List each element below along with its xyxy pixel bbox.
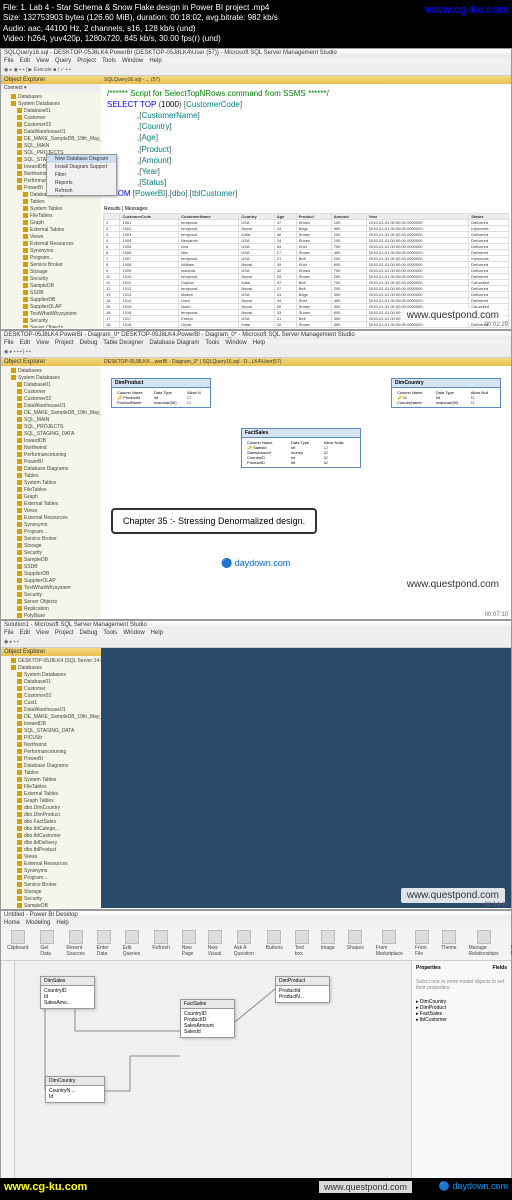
dimcountry-table[interactable]: DimCountry CountryN...Id [45, 1076, 105, 1103]
diagram-canvas[interactable]: DESKTOP-05J8LK4....werBI - Diagram_0* | … [101, 358, 511, 598]
pbi-ribbon[interactable]: ClipboardGet DataRecent SourcesEnter Dat… [1, 927, 511, 961]
empty-workspace [101, 648, 511, 908]
objexp3[interactable]: Object Explorer DESKTOP-05J8LK4 (SQL Ser… [1, 648, 101, 908]
questpond-footer: www.questpond.com [319, 1181, 412, 1193]
menubar[interactable]: FileEditViewQueryProjectToolsWindowHelp [1, 57, 511, 65]
watermark3: www.questpond.com [401, 888, 505, 903]
timestamp3: 00:14:10 [485, 902, 508, 908]
factsales-table[interactable]: FactSales CountryIDProductIDSalesAmountS… [180, 999, 235, 1038]
tree[interactable]: DatabasesSystem DatabasesDatabase01Custo… [1, 92, 101, 328]
pbi-tabs[interactable]: HomeModelingHelp [1, 919, 511, 927]
titlebar3: Solution1 - Microsoft SQL Server Managem… [1, 621, 511, 629]
dimproduct-table[interactable]: DimProduct ProductIdProductN... [275, 976, 330, 1003]
timestamp2: 00:07:10 [485, 612, 508, 618]
view-switcher[interactable] [1, 961, 15, 1181]
watermark: www.questpond.com [401, 308, 505, 323]
ctx-reports[interactable]: Reports [47, 179, 101, 187]
sql-tab[interactable]: SQLQuery16.sql - ... (57) [101, 76, 511, 84]
cg-link[interactable]: www.cg-ku.com [426, 3, 509, 17]
cg-link-footer[interactable]: www.cg-ku.com [4, 1181, 87, 1193]
ctx-filter[interactable]: Filter [47, 171, 101, 179]
daydown-link[interactable]: 🔵 daydown.com [221, 558, 290, 569]
video-line: Video: h264, yuv420p, 1280x720, 845 kb/s… [3, 34, 509, 44]
tab2[interactable]: SQLQuery16.sql - D...LK4\User(57) [202, 359, 281, 365]
model-canvas[interactable]: DimSales CountryIDIdSalesAmo... DimProdu… [15, 961, 411, 1181]
factsales-box[interactable]: FactSales Column NameData TypeAllow Null… [241, 428, 361, 468]
menubar2[interactable]: FileEditViewProjectDebugTable DesignerDa… [1, 339, 511, 347]
powerbi-pane: Untitled - Power BI Desktop HomeModeling… [0, 910, 512, 1178]
daydown-footer[interactable]: 🔵 daydown.com [439, 1181, 508, 1192]
dimsales-table[interactable]: DimSales CountryIDIdSalesAmo... [40, 976, 95, 1009]
chapter-label: Chapter 35 :- Stressing Denormalized des… [111, 508, 317, 534]
ctx-refresh[interactable]: Refresh [47, 187, 101, 195]
titlebar2: DESKTOP-05J8LK4.PowerBI - Diagram_0* DES… [1, 331, 511, 339]
objexp-title: Object Explorer [1, 76, 101, 84]
object-explorer[interactable]: Object Explorer Connect ▾ DatabasesSyste… [1, 76, 101, 328]
connect-btn[interactable]: Connect ▾ [1, 84, 101, 92]
sql-editor[interactable]: /****** Script for SelectTopNRows comman… [101, 84, 511, 204]
tree2[interactable]: DatabasesSystem DatabasesDatabase01Custo… [1, 366, 101, 618]
context-menu[interactable]: New Database Diagram Install Diagram Sup… [46, 154, 101, 196]
dimproduct-box[interactable]: DimProduct Column NameData TypeAllow N🔑 … [111, 378, 211, 408]
objexp2[interactable]: Object Explorer DatabasesSystem Database… [1, 358, 101, 618]
dimcountry-box[interactable]: DimCountry Column NameData TypeAllow Nul… [391, 378, 501, 408]
sql-content: SQLQuery16.sql - ... (57) /****** Script… [101, 76, 511, 328]
pbi-titlebar: Untitled - Power BI Desktop [1, 911, 511, 919]
ssms-titlebar: SQLQuery16.sql - DESKTOP-05J8LK4.PowerBI… [1, 49, 511, 57]
tree3[interactable]: DESKTOP-05J8LK4 (SQL Server 14.0.1000.16… [1, 656, 101, 908]
toolbar3[interactable]: ◉ ▸ ▪ ▪ [1, 637, 511, 648]
ctx-install[interactable]: Install Diagram Support [47, 163, 101, 171]
watermark2: www.questpond.com [401, 577, 505, 592]
menubar3[interactable]: FileEditViewProjectDebugToolsWindowHelp [1, 629, 511, 637]
ssms-diagram-pane: DESKTOP-05J8LK4.PowerBI - Diagram_0* DES… [0, 330, 512, 620]
toolbar[interactable]: ◉ ▸ ◉ ▪ ▪ | ▶ Execute ■ | ✓ ▪ ▪ [1, 65, 511, 76]
timestamp: 00:02:29 [485, 322, 508, 328]
ctx-new-diagram[interactable]: New Database Diagram [47, 155, 101, 163]
ssms-pane-3: Solution1 - Microsoft SQL Server Managem… [0, 620, 512, 910]
file-info-header: www.cg-ku.com File: 1. Lab 4 - Star Sche… [0, 0, 512, 48]
tab1[interactable]: DESKTOP-05J8LK4....werBI - Diagram_0* [104, 359, 198, 365]
properties-panel[interactable]: PropertiesFields Select one or more mode… [411, 961, 511, 1181]
toolbar2[interactable]: ◉ ▸ ▪ ▪ ▪ | ▪ ▪ [1, 347, 511, 358]
ssms-pane-1: SQLQuery16.sql - DESKTOP-05J8LK4.PowerBI… [0, 48, 512, 330]
audio-line: Audio: aac, 44100 Hz, 2 channels, s16, 1… [3, 24, 509, 34]
